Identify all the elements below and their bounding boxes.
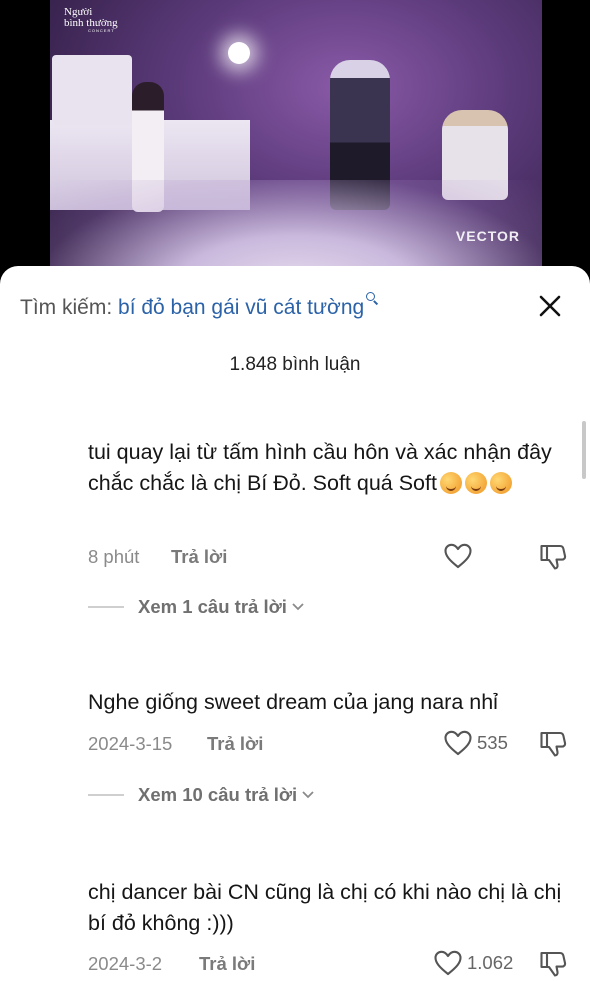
comments-sheet: Tìm kiếm: bí đỏ bạn gái vũ cát tường 1.8… bbox=[0, 266, 590, 981]
heart-icon bbox=[434, 950, 462, 976]
heart-icon bbox=[444, 543, 472, 569]
smiling-hearts-emoji bbox=[464, 472, 487, 494]
like-button[interactable]: 1.062 bbox=[433, 949, 513, 977]
concert-logo: Người bình thường bbox=[64, 6, 118, 29]
reply-button[interactable]: Trả lời bbox=[171, 546, 227, 568]
close-icon[interactable] bbox=[536, 292, 564, 320]
comment-time: 2024-3-2 bbox=[88, 953, 163, 974]
chevron-down-icon bbox=[302, 791, 314, 799]
scrollbar[interactable] bbox=[582, 421, 586, 479]
comment-time: 8 phút bbox=[88, 546, 140, 567]
reply-button[interactable]: Trả lời bbox=[199, 953, 255, 975]
comment-text: chị dancer bài CN cũng là chị có khi nào… bbox=[88, 880, 562, 935]
concert-logo-sub: CONCERT bbox=[88, 28, 115, 33]
like-count: 1.062 bbox=[467, 952, 514, 973]
heart-icon bbox=[444, 730, 472, 756]
smiling-hearts-emoji bbox=[439, 472, 462, 494]
stage-light bbox=[228, 42, 250, 64]
search-label: Tìm kiếm: bbox=[20, 296, 113, 319]
video-frame[interactable]: Người bình thường CONCERT VECTOR bbox=[50, 0, 542, 290]
reply-button[interactable]: Trả lời bbox=[207, 733, 263, 755]
video-player[interactable]: Người bình thường CONCERT VECTOR bbox=[0, 0, 590, 290]
search-suggestion[interactable]: Tìm kiếm: bí đỏ bạn gái vũ cát tường bbox=[20, 292, 378, 320]
search-icon bbox=[366, 292, 378, 305]
comment-text: tui quay lại từ tấm hình cầu hôn và xác … bbox=[88, 440, 552, 495]
view-replies-button[interactable]: Xem 1 câu trả lời bbox=[88, 596, 305, 618]
comment-count: 1.848 bình luận bbox=[229, 354, 361, 375]
comment-text: Nghe giống sweet dream của jang nara nhỉ bbox=[88, 690, 498, 714]
comment-time: 2024-3-15 bbox=[88, 733, 173, 754]
piano-image bbox=[52, 55, 132, 125]
dislike-icon[interactable] bbox=[538, 542, 568, 572]
search-term-link[interactable]: bí đỏ bạn gái vũ cát tường bbox=[118, 296, 364, 319]
vector-watermark: VECTOR bbox=[455, 228, 520, 244]
like-button[interactable] bbox=[443, 542, 473, 570]
smiling-hearts-emoji bbox=[489, 472, 512, 494]
like-button[interactable]: 535 bbox=[443, 729, 508, 757]
view-replies-button[interactable]: Xem 10 câu trả lời bbox=[88, 784, 315, 806]
dislike-icon[interactable] bbox=[538, 729, 568, 759]
chevron-down-icon bbox=[292, 603, 304, 611]
like-count: 535 bbox=[477, 732, 508, 753]
dislike-icon[interactable] bbox=[538, 949, 568, 979]
